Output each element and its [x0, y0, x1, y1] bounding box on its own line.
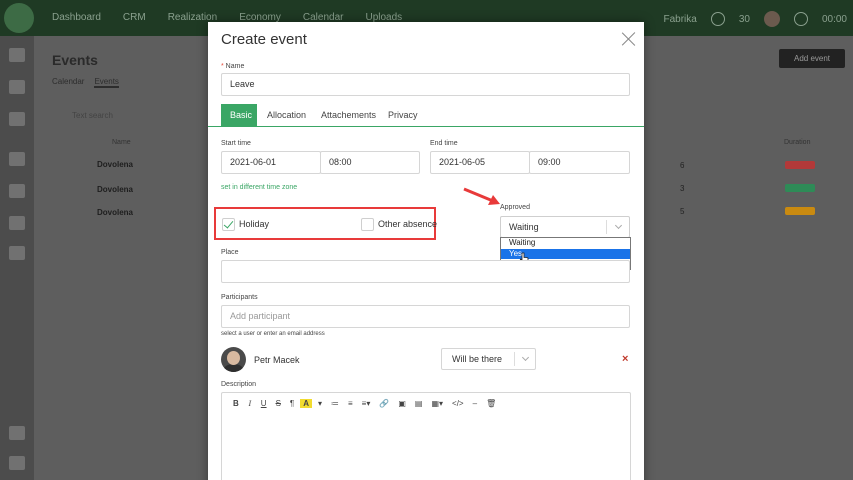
chevron-down-icon	[521, 353, 530, 362]
horizontal-rule-icon[interactable]: –	[470, 399, 480, 408]
editor-toolbar: B I U S ¶ A ▾ ≔ ≡ ≡▾ 🔗 ▣ ▤ ▦▾ </> – 🗑	[222, 393, 630, 413]
participant-input[interactable]: Add participant	[221, 305, 630, 328]
bullet-list-icon[interactable]: ≔	[328, 399, 342, 408]
table-row[interactable]: Dovolena	[97, 208, 133, 217]
code-view-icon[interactable]: </>	[449, 399, 467, 408]
status-badge	[785, 161, 815, 169]
row-count: 3	[680, 184, 685, 193]
page-tabs: Calendar Events	[52, 77, 119, 88]
link-icon[interactable]: 🔗	[376, 399, 392, 408]
highlight-color-button[interactable]: A	[300, 398, 312, 408]
place-input[interactable]	[221, 260, 630, 283]
sidebar-list-icon[interactable]	[9, 246, 25, 260]
red-arrow-icon	[463, 187, 500, 205]
other-absence-checkbox[interactable]	[361, 218, 374, 231]
avatar	[221, 347, 246, 372]
table-icon[interactable]: ▦▾	[428, 399, 446, 408]
tabs-underline	[208, 126, 644, 127]
status-badge	[785, 184, 815, 192]
video-icon[interactable]: ▤	[412, 399, 426, 408]
user-label[interactable]: Fabrika	[663, 14, 696, 25]
sidebar-folder-icon[interactable]	[9, 184, 25, 198]
time-zone-link[interactable]: set in different time zone	[221, 184, 297, 191]
start-time-label: Start time	[221, 140, 251, 147]
nav-dashboard[interactable]: Dashboard	[52, 12, 101, 23]
end-time-input[interactable]: 09:00	[529, 151, 630, 174]
numbered-list-icon[interactable]: ≡	[345, 399, 356, 408]
image-icon[interactable]: ▣	[395, 399, 409, 408]
place-label: Place	[221, 249, 239, 256]
page-title: Events	[52, 52, 98, 68]
trash-icon[interactable]: 🗑	[483, 399, 499, 408]
sidebar-docs-icon[interactable]	[9, 152, 25, 166]
tab-attachements[interactable]: Attachements	[312, 104, 385, 127]
search-input[interactable]: Text search	[72, 111, 113, 120]
start-time-input[interactable]: 08:00	[320, 151, 420, 174]
user-avatar[interactable]	[763, 11, 780, 27]
top-right-area: Fabrika 30 00:00	[663, 11, 847, 27]
sidebar-home-icon[interactable]	[9, 48, 25, 62]
underline-button[interactable]: U	[258, 399, 270, 408]
check-icon	[223, 218, 234, 229]
description-label: Description	[221, 381, 257, 388]
nav-crm[interactable]: CRM	[123, 12, 146, 23]
sidebar-search-icon[interactable]	[9, 80, 25, 94]
tab-events[interactable]: Events	[94, 77, 119, 88]
tab-calendar[interactable]: Calendar	[52, 77, 84, 88]
start-date-input[interactable]: 2021-06-01	[221, 151, 321, 174]
tab-allocation[interactable]: Allocation	[258, 104, 315, 127]
approved-select[interactable]: Waiting	[500, 216, 630, 238]
clear-format-icon[interactable]: ¶	[287, 399, 297, 408]
approved-value: Waiting	[509, 222, 539, 232]
select-divider	[606, 220, 607, 234]
row-count: 5	[680, 207, 685, 216]
chevron-down-icon	[614, 221, 623, 230]
sidebar-users-icon[interactable]	[9, 112, 25, 126]
end-time-label: End time	[430, 140, 458, 147]
tab-basic[interactable]: Basic	[221, 104, 257, 127]
color-dropdown-icon[interactable]: ▾	[315, 399, 325, 408]
table-header-duration: Duration	[784, 139, 811, 146]
align-icon[interactable]: ≡▾	[359, 399, 374, 408]
app-logo[interactable]	[4, 3, 34, 33]
row-count: 6	[680, 161, 685, 170]
clock-time: 00:00	[821, 13, 847, 25]
select-divider	[514, 352, 515, 366]
table-row[interactable]: Dovolena	[97, 185, 133, 194]
modal-tabs: Basic Allocation Attachements Privacy	[221, 104, 631, 128]
italic-button[interactable]: I	[245, 399, 255, 408]
holiday-label: Holiday	[239, 219, 270, 229]
tab-privacy[interactable]: Privacy	[379, 104, 427, 127]
name-input[interactable]: Leave	[221, 73, 630, 96]
name-label: * Name	[221, 63, 245, 70]
strikethrough-button[interactable]: S	[273, 399, 284, 408]
participants-label: Participants	[221, 294, 258, 301]
other-absence-label: Other absence	[378, 219, 438, 229]
notification-count: 30	[738, 13, 750, 25]
end-date-input[interactable]: 2021-06-05	[430, 151, 530, 174]
table-row[interactable]: Dovolena	[97, 160, 133, 169]
approved-label: Approved	[500, 204, 530, 211]
create-event-modal: Create event * Name Leave Basic Allocati…	[208, 22, 644, 480]
option-waiting[interactable]: Waiting	[501, 238, 630, 249]
sidebar	[0, 36, 34, 480]
add-event-button[interactable]: Add event	[779, 49, 845, 68]
clock-icon	[793, 12, 808, 26]
bold-button[interactable]: B	[230, 399, 242, 408]
participant-hint: select a user or enter an email address	[221, 331, 325, 337]
holiday-checkbox[interactable]	[222, 218, 235, 231]
sidebar-calendar-icon[interactable]	[9, 216, 25, 230]
participant-name: Petr Macek	[254, 355, 300, 365]
settings-icon[interactable]	[710, 12, 725, 26]
close-icon[interactable]	[621, 31, 637, 47]
description-editor[interactable]: B I U S ¶ A ▾ ≔ ≡ ≡▾ 🔗 ▣ ▤ ▦▾ </> – 🗑	[221, 392, 631, 480]
sidebar-help-icon[interactable]	[9, 456, 25, 470]
sidebar-chat-icon[interactable]	[9, 426, 25, 440]
table-header-name: Name	[112, 139, 131, 146]
remove-participant-icon[interactable]: ×	[622, 353, 628, 365]
attendance-value: Will be there	[452, 354, 503, 364]
modal-title: Create event	[221, 31, 307, 48]
status-badge	[785, 207, 815, 215]
attendance-select[interactable]: Will be there	[441, 348, 536, 370]
